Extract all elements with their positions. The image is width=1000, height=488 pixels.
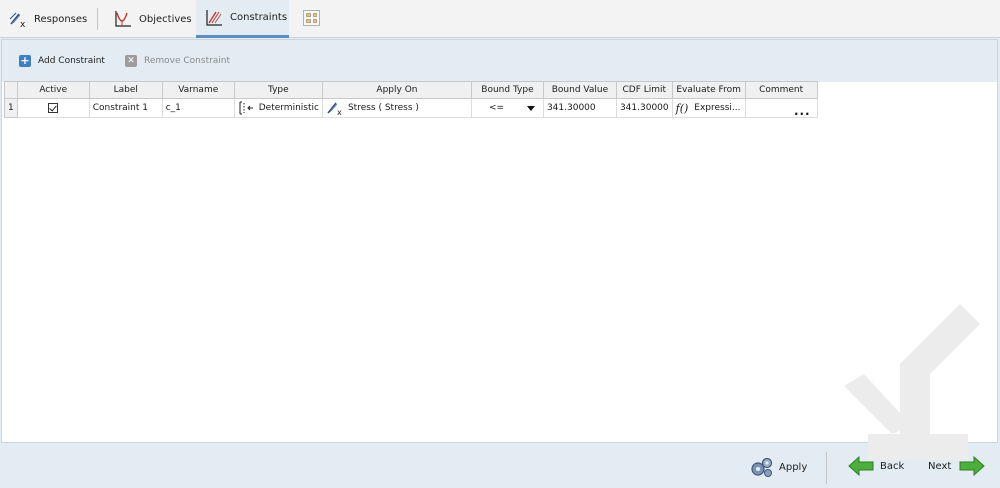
- apply-on-cell[interactable]: x Stress ( Stress ): [321, 98, 472, 118]
- table-row[interactable]: 1 Constraint 1 c_1 Deterministic x Stres…: [4, 98, 818, 118]
- tab-label: Constraints: [230, 12, 288, 23]
- tab-objectives[interactable]: Objectives: [113, 0, 192, 38]
- row-number-header: [4, 81, 18, 99]
- column-header-varname[interactable]: Varname: [161, 81, 235, 99]
- add-constraint-label: Add Constraint: [38, 56, 105, 66]
- evaluate-from-value: Expressi...: [694, 103, 741, 113]
- active-cell[interactable]: [16, 98, 90, 118]
- active-checkbox[interactable]: [48, 102, 59, 113]
- apply-button[interactable]: Apply: [749, 456, 807, 478]
- cdf-limit-cell[interactable]: 341.30000: [615, 98, 673, 118]
- response-function-icon: x: [9, 12, 26, 29]
- remove-constraint-button[interactable]: ✕ Remove Constraint: [125, 53, 230, 69]
- footer-divider: [826, 452, 827, 484]
- bound-type-dropdown[interactable]: <=: [475, 103, 540, 113]
- comment-cell[interactable]: ...: [744, 98, 818, 118]
- bound-type-value: <=: [488, 103, 505, 113]
- arrow-left-icon: [848, 456, 874, 476]
- tab-label: Responses: [34, 13, 88, 25]
- column-header-evaluate-from[interactable]: Evaluate From: [671, 81, 746, 99]
- bound-value-cell[interactable]: 341.30000: [542, 98, 617, 118]
- gears-icon: [751, 457, 773, 477]
- column-header-type[interactable]: Type: [233, 81, 323, 99]
- svg-text:x: x: [337, 108, 342, 116]
- back-label: Back: [880, 460, 905, 472]
- tab-constraints[interactable]: Constraints: [196, 0, 289, 38]
- column-header-label[interactable]: Label: [88, 81, 163, 99]
- chevron-down-icon[interactable]: [526, 105, 535, 111]
- tab-responses[interactable]: x Responses: [8, 0, 87, 38]
- add-icon: +: [19, 54, 31, 67]
- type-value: Deterministic: [258, 103, 319, 113]
- toolbar: + Add Constraint ✕ Remove Constraint: [2, 40, 997, 82]
- tab-bar: x Responses Objectives Constraints: [0, 0, 1000, 38]
- column-header-apply-on[interactable]: Apply On: [321, 81, 472, 99]
- tab-divider: [97, 8, 98, 30]
- tab-label: Objectives: [139, 13, 192, 25]
- arrow-right-icon: [959, 456, 986, 476]
- deterministic-type-icon: [239, 101, 253, 115]
- bound-type-cell[interactable]: <=: [470, 98, 544, 118]
- label-cell[interactable]: Constraint 1: [88, 98, 163, 118]
- objective-chart-icon: [115, 11, 131, 27]
- apply-on-value: Stress ( Stress ): [347, 103, 419, 113]
- apply-label: Apply: [779, 461, 808, 473]
- add-constraint-button[interactable]: + Add Constraint: [19, 53, 105, 69]
- constraints-panel: + Add Constraint ✕ Remove Constraint Act…: [1, 39, 998, 460]
- back-button[interactable]: Back: [848, 456, 904, 476]
- more-options-button[interactable]: ...: [749, 105, 814, 117]
- remove-icon: ✕: [125, 55, 137, 67]
- constraints-table: Active Label Varname Type Apply On Bound…: [4, 81, 818, 118]
- type-cell[interactable]: Deterministic: [233, 98, 323, 118]
- remove-constraint-label: Remove Constraint: [144, 56, 231, 66]
- svg-text:x: x: [20, 20, 26, 29]
- evaluate-from-cell[interactable]: f() Expressi...: [671, 98, 746, 118]
- watermark-logo-icon: [844, 304, 980, 460]
- table-header-row: Active Label Varname Type Apply On Bound…: [4, 81, 818, 99]
- column-header-bound-type[interactable]: Bound Type: [470, 81, 544, 99]
- response-function-icon: x: [327, 102, 342, 116]
- row-number: 1: [4, 98, 18, 118]
- next-label: Next: [928, 460, 952, 472]
- layout-grid-icon[interactable]: [303, 10, 320, 26]
- column-header-active[interactable]: Active: [16, 81, 90, 99]
- column-header-cdf-limit[interactable]: CDF Limit: [615, 81, 673, 99]
- constraint-chart-icon: [206, 9, 222, 26]
- varname-cell[interactable]: c_1: [161, 98, 235, 118]
- function-icon: f(): [675, 101, 689, 115]
- footer-bar: Apply Back Next: [0, 444, 1000, 488]
- next-button[interactable]: Next: [928, 456, 986, 476]
- column-header-comment[interactable]: Comment: [744, 81, 818, 99]
- column-header-bound-value[interactable]: Bound Value: [542, 81, 617, 99]
